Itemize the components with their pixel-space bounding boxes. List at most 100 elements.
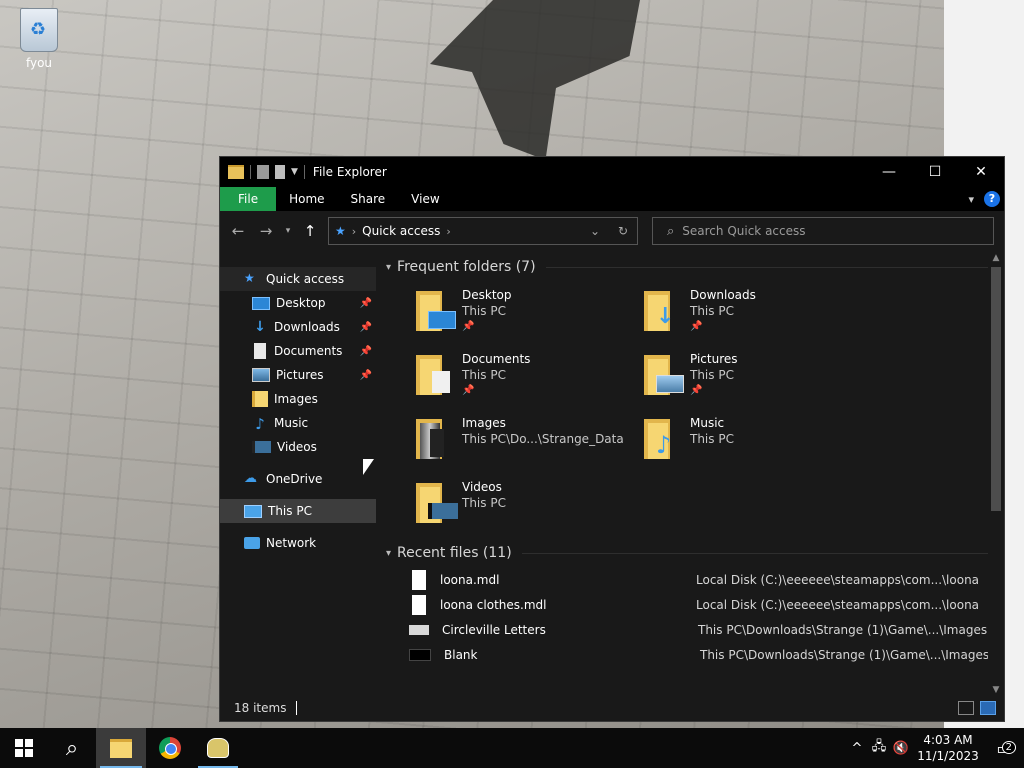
network-status-icon[interactable]: 🖧: [868, 737, 890, 759]
sidebar-item-pictures[interactable]: Pictures 📌: [220, 363, 376, 387]
taskbar-chrome[interactable]: [146, 728, 194, 768]
time: 4:03 AM: [923, 733, 973, 747]
pictures-folder-icon: [644, 355, 684, 395]
chevron-right-icon[interactable]: ›: [352, 225, 356, 238]
file-name: Blank: [444, 647, 478, 662]
desktop-icon-recycle-bin[interactable]: fyou: [14, 8, 64, 70]
list-item[interactable]: Blank This PC\Downloads\Strange (1)\Game…: [409, 642, 1004, 667]
sidebar-item-images[interactable]: Images: [220, 387, 376, 411]
tab-view[interactable]: View: [398, 187, 452, 211]
folder-tile-music[interactable]: ♪ Music This PC: [644, 415, 872, 469]
tab-home[interactable]: Home: [276, 187, 337, 211]
minimize-button[interactable]: —: [866, 157, 912, 187]
action-center-button[interactable]: ▭ 2: [984, 739, 1024, 758]
folder-tile-pictures[interactable]: Pictures This PC 📌: [644, 351, 872, 405]
maximize-button[interactable]: ☐: [912, 157, 958, 187]
show-hidden-icons-icon[interactable]: ^: [846, 741, 868, 756]
folder-tile-documents[interactable]: Documents This PC 📌: [416, 351, 644, 405]
image-file-icon: [409, 624, 429, 635]
expand-ribbon-icon[interactable]: ▾: [968, 193, 974, 206]
recent-locations-icon[interactable]: ▾: [280, 226, 296, 236]
pin-icon[interactable]: 📌: [360, 370, 372, 381]
file-icon: [412, 569, 426, 590]
videos-icon: [252, 441, 271, 453]
collapse-icon[interactable]: ▾: [386, 548, 391, 559]
address-bar[interactable]: ★ › Quick access › ⌄ ↻: [328, 217, 638, 245]
taskbar: ⌕ ^ 🖧 🔇 4:03 AM 11/1/2023 ▭ 2: [0, 728, 1024, 768]
sidebar-item-music[interactable]: ♪ Music: [220, 411, 376, 435]
folder-tile-downloads[interactable]: ↓ Downloads This PC 📌: [644, 287, 872, 341]
large-icons-view-icon[interactable]: [980, 701, 996, 715]
downloads-icon: ↓: [254, 319, 266, 335]
address-dropdown-icon[interactable]: ⌄: [581, 224, 609, 238]
folder-icon: [228, 165, 244, 179]
chevron-right-icon[interactable]: ›: [446, 225, 450, 238]
vertical-scrollbar[interactable]: ▲ ▼: [988, 253, 1004, 695]
folder-location: This PC: [690, 432, 734, 446]
close-button[interactable]: ✕: [958, 157, 1004, 187]
app-icon: [207, 738, 229, 758]
frequent-folders-header[interactable]: ▾ Frequent folders (7): [376, 253, 1004, 281]
folder-name: Videos: [462, 480, 502, 494]
details-view-icon[interactable]: [958, 701, 974, 715]
search-input[interactable]: ⌕ Search Quick access: [652, 217, 994, 245]
file-name: loona clothes.mdl: [440, 597, 547, 612]
file-location: This PC\Downloads\Strange (1)\Game\...\I…: [700, 647, 990, 662]
notification-count: 2: [1001, 740, 1016, 754]
taskbar-app[interactable]: [194, 728, 242, 768]
tab-share[interactable]: Share: [338, 187, 399, 211]
desktop-icon: [252, 296, 270, 310]
pin-icon[interactable]: 📌: [360, 346, 372, 357]
sidebar-item-onedrive[interactable]: ☁ OneDrive: [220, 467, 376, 491]
sidebar-item-this-pc[interactable]: This PC: [220, 499, 376, 523]
help-icon[interactable]: ?: [984, 191, 1000, 207]
list-item[interactable]: loona clothes.mdl Local Disk (C:)\eeeeee…: [412, 592, 1004, 617]
folder-tile-videos[interactable]: Videos This PC: [416, 479, 644, 533]
divider: [296, 701, 298, 715]
pin-icon[interactable]: 📌: [360, 298, 372, 309]
quick-access-toolbar-dropdown-icon[interactable]: ▼: [291, 167, 298, 177]
quick-access-star-icon: ★: [335, 224, 346, 238]
recent-files-header[interactable]: ▾ Recent files (11): [376, 539, 1004, 567]
folder-location: This PC: [690, 368, 734, 382]
pin-icon[interactable]: 📌: [360, 322, 372, 333]
sidebar-item-downloads[interactable]: ↓ Downloads 📌: [220, 315, 376, 339]
sidebar-item-quick-access[interactable]: ★ Quick access: [220, 267, 376, 291]
status-bar: 18 items: [220, 695, 1004, 721]
clock[interactable]: 4:03 AM 11/1/2023: [912, 732, 984, 764]
up-button[interactable]: ↑: [296, 222, 324, 240]
collapse-icon[interactable]: ▾: [386, 262, 391, 273]
folder-icon: [110, 738, 132, 758]
list-item[interactable]: loona.mdl Local Disk (C:)\eeeeee\steamap…: [412, 567, 1004, 592]
sidebar-item-documents[interactable]: Documents 📌: [220, 339, 376, 363]
breadcrumb[interactable]: Quick access: [362, 224, 440, 238]
refresh-icon[interactable]: ↻: [609, 224, 637, 238]
file-name: Circleville Letters: [442, 622, 546, 637]
search-icon: ⌕: [667, 223, 675, 239]
sidebar-item-desktop[interactable]: Desktop 📌: [220, 291, 376, 315]
list-item[interactable]: Circleville Letters This PC\Downloads\St…: [409, 617, 1004, 642]
sidebar-item-label: Downloads: [274, 320, 340, 334]
folder-location: This PC: [690, 304, 734, 318]
search-button[interactable]: ⌕: [48, 728, 96, 768]
properties-icon[interactable]: [257, 165, 269, 179]
volume-muted-icon[interactable]: 🔇: [890, 741, 912, 756]
start-button[interactable]: [0, 728, 48, 768]
tab-file[interactable]: File: [220, 187, 277, 211]
sidebar-item-videos[interactable]: Videos: [220, 435, 376, 459]
folder-tile-images[interactable]: Images This PC\Do...\Strange_Data: [416, 415, 644, 469]
scroll-down-icon[interactable]: ▼: [988, 685, 1004, 695]
forward-button[interactable]: →: [252, 222, 280, 240]
pictures-icon: [252, 368, 270, 382]
scroll-up-icon[interactable]: ▲: [988, 253, 1004, 263]
folder-name: Desktop: [462, 288, 512, 302]
back-button[interactable]: ←: [224, 222, 252, 240]
folder-tile-desktop[interactable]: Desktop This PC 📌: [416, 287, 644, 341]
pin-icon: 📌: [462, 385, 475, 396]
new-folder-icon[interactable]: [275, 165, 285, 179]
file-location: This PC\Downloads\Strange (1)\Game\...\I…: [698, 622, 988, 637]
search-icon: ⌕: [65, 735, 79, 761]
sidebar-item-network[interactable]: Network: [220, 531, 376, 555]
scrollbar-thumb[interactable]: [991, 267, 1001, 511]
taskbar-file-explorer[interactable]: [96, 728, 146, 768]
